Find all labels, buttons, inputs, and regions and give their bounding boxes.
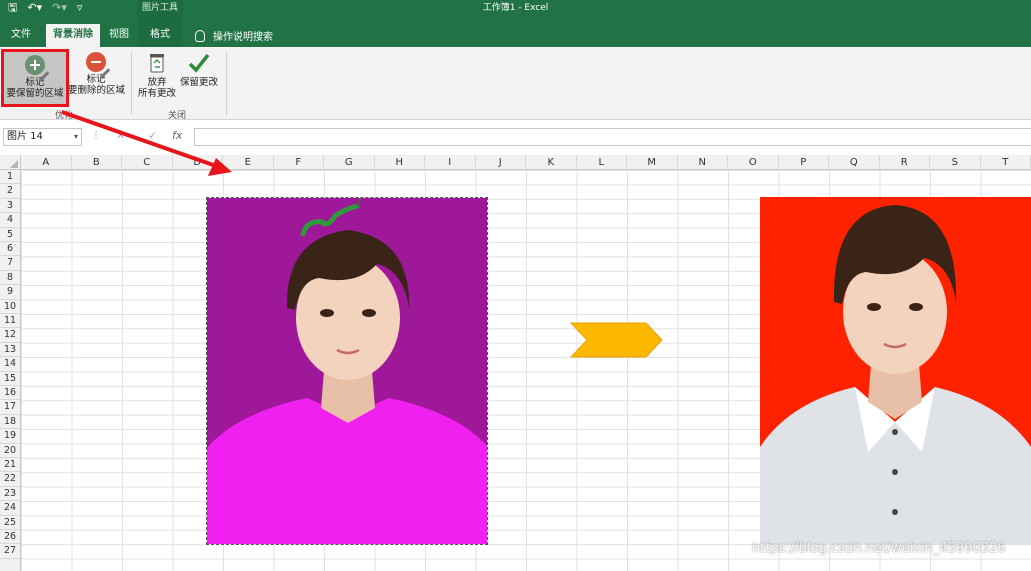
photo-marked-for-removal[interactable] bbox=[206, 197, 488, 545]
row-header[interactable]: 12 bbox=[0, 328, 20, 343]
row-header[interactable]: 18 bbox=[0, 415, 20, 430]
tab-format[interactable]: 格式 bbox=[142, 24, 178, 47]
plus-pencil-icon bbox=[25, 55, 50, 82]
column-header[interactable]: M bbox=[627, 155, 678, 170]
row-header[interactable]: 7 bbox=[0, 256, 20, 271]
column-header[interactable]: S bbox=[930, 155, 981, 170]
column-header[interactable]: D bbox=[173, 155, 223, 170]
row-header[interactable]: 6 bbox=[0, 242, 20, 257]
row-header[interactable]: 22 bbox=[0, 472, 20, 487]
column-header[interactable]: B bbox=[72, 155, 122, 170]
row-header[interactable]: 10 bbox=[0, 300, 20, 314]
select-all-corner[interactable] bbox=[0, 155, 21, 170]
column-header[interactable]: N bbox=[678, 155, 728, 170]
keep-changes-button[interactable]: 保留更改 bbox=[178, 49, 220, 107]
group-separator bbox=[226, 51, 227, 115]
minus-pencil-icon bbox=[86, 52, 111, 79]
column-header[interactable]: F bbox=[274, 155, 324, 170]
group-label-refine: 优化 bbox=[55, 111, 74, 121]
row-header[interactable]: 25 bbox=[0, 516, 20, 530]
tell-me-search[interactable]: 操作说明搜索 bbox=[195, 24, 273, 47]
mark-areas-to-keep-button[interactable]: 标记 要保留的区域 bbox=[1, 49, 69, 107]
mark-areas-to-remove-button[interactable]: 标记 要删除的区域 bbox=[68, 49, 126, 107]
portrait-marked-image bbox=[207, 198, 487, 544]
mark-remove-label-2: 要删除的区域 bbox=[68, 85, 126, 96]
discard-label-2: 所有更改 bbox=[137, 88, 176, 99]
title-bar: 🖫 ↶▾ ↷▾ ▿ 工作簿1 - Excel 图片工具 bbox=[0, 0, 1031, 16]
column-header[interactable]: E bbox=[223, 155, 274, 170]
mark-keep-label-1: 标记 bbox=[25, 77, 45, 88]
cancel-icon[interactable]: ✕ bbox=[116, 129, 125, 142]
row-header[interactable]: 13 bbox=[0, 343, 20, 358]
column-header[interactable]: O bbox=[728, 155, 779, 170]
column-header[interactable]: K bbox=[526, 155, 577, 170]
tab-file[interactable]: 文件 bbox=[4, 24, 38, 47]
row-header[interactable]: 16 bbox=[0, 386, 20, 401]
discard-all-changes-button[interactable]: 放弃 所有更改 bbox=[136, 49, 178, 107]
row-header[interactable]: 3 bbox=[0, 199, 20, 214]
insert-function-button[interactable]: fx bbox=[172, 129, 182, 142]
column-header[interactable]: L bbox=[577, 155, 627, 170]
name-box[interactable]: 图片 14 ▾ bbox=[3, 128, 82, 146]
row-header[interactable]: 5 bbox=[0, 228, 20, 242]
column-header[interactable]: R bbox=[880, 155, 930, 170]
portrait-result-image bbox=[760, 197, 1031, 545]
column-header[interactable]: C bbox=[122, 155, 173, 170]
ribbon: 标记 要保留的区域 标记 要删除的区域 优化 放弃 所有更改 保留更改 关闭 bbox=[0, 47, 1031, 121]
row-header[interactable]: 1 bbox=[0, 170, 20, 185]
tab-view[interactable]: 视图 bbox=[104, 24, 134, 47]
column-header[interactable]: Q bbox=[829, 155, 880, 170]
drag-handle-icon[interactable]: ⋮ bbox=[91, 130, 101, 141]
row-header[interactable]: 2 bbox=[0, 184, 20, 199]
name-box-value: 图片 14 bbox=[7, 131, 43, 142]
discard-label-1: 放弃 bbox=[147, 77, 167, 88]
column-header[interactable]: G bbox=[324, 155, 375, 170]
tab-background-removal[interactable]: 背景消除 bbox=[46, 24, 100, 47]
mark-remove-label-1: 标记 bbox=[86, 74, 106, 85]
formula-bar: 图片 14 ▾ ⋮ ✕ ✓ fx bbox=[0, 125, 1031, 149]
column-header[interactable]: P bbox=[779, 155, 829, 170]
column-header[interactable]: A bbox=[21, 155, 72, 170]
checkmark-icon bbox=[188, 53, 210, 73]
row-header[interactable]: 11 bbox=[0, 314, 20, 329]
column-header[interactable]: I bbox=[425, 155, 476, 170]
mark-keep-label-2: 要保留的区域 bbox=[6, 88, 64, 99]
row-header[interactable]: 8 bbox=[0, 271, 20, 286]
row-header[interactable]: 14 bbox=[0, 357, 20, 372]
row-header[interactable]: 9 bbox=[0, 285, 20, 300]
row-header[interactable]: 19 bbox=[0, 429, 20, 444]
row-headers: 1 2 3 4 5 6 7 8 9 10 11 12 13 14 15 16 17 18 19 20 21 22 23 24 2… bbox=[0, 170, 21, 571]
ribbon-tabs: 文件 背景消除 视图 格式 操作说明搜索 bbox=[0, 16, 1031, 47]
row-header[interactable]: 4 bbox=[0, 213, 20, 228]
watermark-text: https://blog.csdn.net/weixin_45990326 bbox=[752, 541, 1006, 556]
group-label-close: 关闭 bbox=[168, 111, 187, 121]
lightbulb-icon bbox=[195, 29, 205, 42]
row-header[interactable]: 26 bbox=[0, 530, 20, 545]
row-header[interactable]: 27 bbox=[0, 544, 20, 559]
row-header[interactable]: 21 bbox=[0, 458, 20, 473]
enter-icon[interactable]: ✓ bbox=[148, 129, 157, 142]
tell-me-label: 操作说明搜索 bbox=[213, 32, 273, 43]
group-separator bbox=[131, 51, 132, 115]
chevron-down-icon[interactable]: ▾ bbox=[74, 129, 78, 145]
chevron-arrow-shape[interactable] bbox=[570, 322, 664, 358]
row-header[interactable]: 15 bbox=[0, 372, 20, 386]
row-header[interactable]: 24 bbox=[0, 501, 20, 516]
photo-red-background[interactable] bbox=[760, 197, 1031, 545]
keep-changes-label: 保留更改 bbox=[179, 77, 218, 88]
row-header[interactable]: 23 bbox=[0, 487, 20, 502]
column-header[interactable]: T bbox=[981, 155, 1031, 170]
picture-tools-label: 图片工具 bbox=[137, 0, 183, 16]
row-header[interactable]: 17 bbox=[0, 400, 20, 415]
column-header[interactable]: J bbox=[476, 155, 526, 170]
column-headers: ABCDEFGHIJKLMNOPQRST bbox=[0, 155, 1031, 170]
recycle-bin-icon bbox=[150, 54, 164, 73]
row-header[interactable]: 20 bbox=[0, 444, 20, 458]
column-header[interactable]: H bbox=[375, 155, 425, 170]
formula-input[interactable] bbox=[194, 128, 1031, 146]
